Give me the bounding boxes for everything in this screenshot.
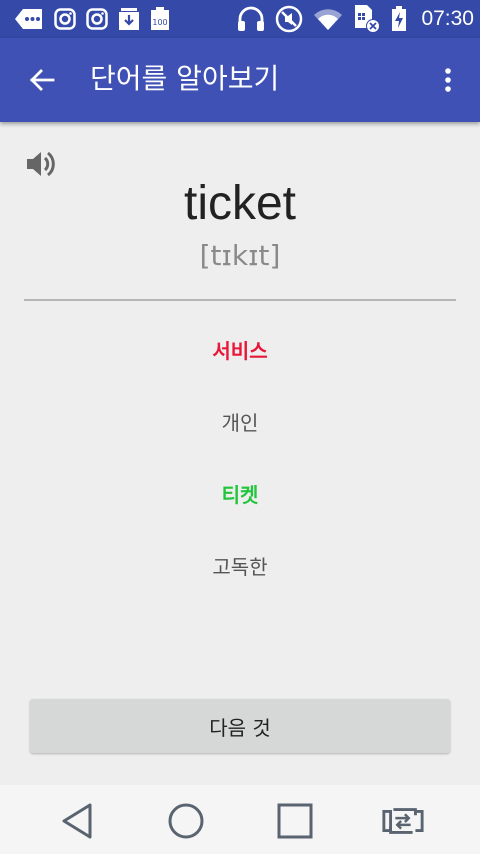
divider bbox=[24, 299, 456, 301]
answer-option[interactable]: 티켓 bbox=[140, 471, 340, 519]
nav-back-button[interactable] bbox=[55, 799, 99, 843]
download-icon bbox=[119, 8, 139, 30]
headphones-icon bbox=[238, 6, 265, 31]
svg-text:100: 100 bbox=[152, 18, 167, 27]
battery-charging-icon bbox=[392, 6, 407, 31]
page-title: 단어를 알아보기 bbox=[90, 62, 280, 95]
answer-option[interactable]: 고독한 bbox=[140, 543, 340, 591]
clock: 07:30 bbox=[421, 7, 474, 30]
word-text: ticket bbox=[183, 177, 297, 230]
nav-home-button[interactable] bbox=[164, 799, 208, 843]
back-triangle-icon bbox=[62, 803, 92, 839]
system-status-icons: 07:30 bbox=[237, 5, 474, 33]
home-circle-icon bbox=[168, 803, 204, 839]
wifi-icon bbox=[314, 9, 343, 30]
overflow-menu-button[interactable] bbox=[436, 62, 460, 98]
answer-option[interactable]: 서비스 bbox=[140, 327, 340, 375]
navigation-bar bbox=[0, 785, 480, 854]
more-vert-icon bbox=[445, 68, 451, 92]
sim-off-icon bbox=[355, 5, 381, 33]
next-button[interactable]: 다음 것 bbox=[30, 699, 450, 753]
answer-option[interactable]: 개인 bbox=[140, 399, 340, 447]
back-button[interactable] bbox=[24, 62, 60, 98]
more-icon bbox=[15, 9, 42, 29]
mute-icon bbox=[276, 5, 303, 33]
phonetic-text: [tɪkɪt] bbox=[199, 239, 281, 272]
screen-switch-icon bbox=[382, 808, 424, 834]
notification-icons: 100 bbox=[14, 7, 170, 31]
nav-recents-button[interactable] bbox=[273, 799, 317, 843]
app-bar: 단어를 알아보기 bbox=[0, 38, 480, 122]
nav-switch-button[interactable] bbox=[381, 799, 425, 843]
instagram-icon bbox=[54, 8, 76, 30]
status-bar: 100 07:30 bbox=[0, 0, 480, 38]
instagram-icon bbox=[86, 8, 108, 30]
arrow-back-icon bbox=[30, 69, 55, 91]
recents-square-icon bbox=[277, 803, 313, 839]
battery-100-icon: 100 bbox=[151, 7, 169, 30]
